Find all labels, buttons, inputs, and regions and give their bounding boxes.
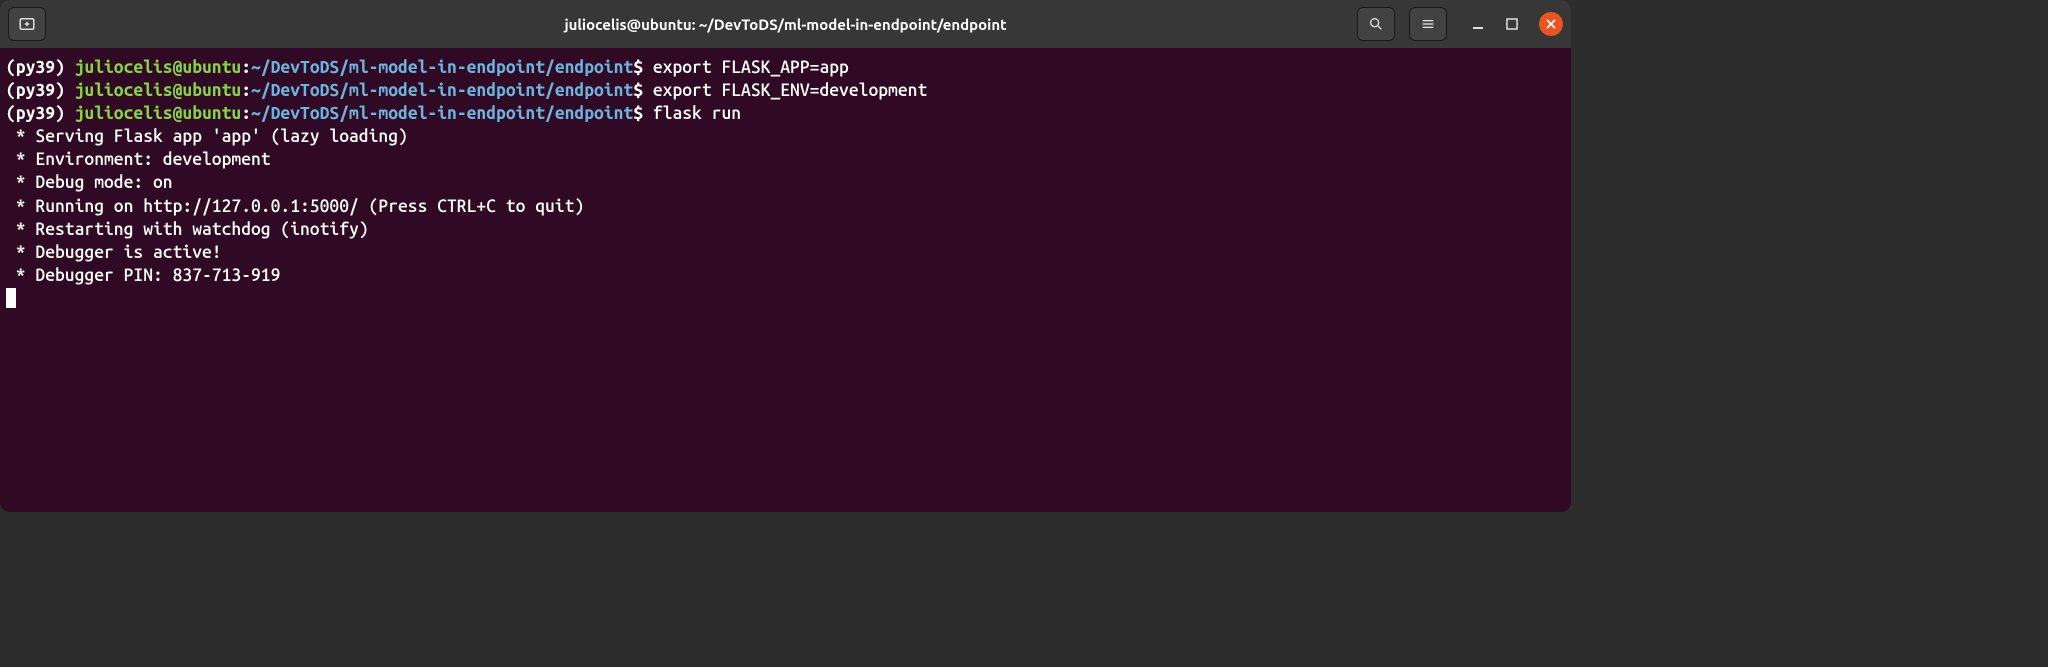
titlebar-right — [1357, 7, 1563, 41]
minimize-icon — [1471, 17, 1485, 31]
terminal-line: (py39) juliocelis@ubuntu:~/DevToDS/ml-mo… — [6, 56, 1565, 79]
search-icon — [1368, 16, 1384, 32]
cursor-line — [6, 287, 1565, 310]
titlebar: juliocelis@ubuntu: ~/DevToDS/ml-model-in… — [0, 0, 1571, 48]
prompt-colon: : — [241, 81, 251, 100]
prompt-userhost: juliocelis@ubuntu — [75, 58, 242, 77]
terminal-line: * Debugger PIN: 837-713-919 — [6, 264, 1565, 287]
window-title: juliocelis@ubuntu: ~/DevToDS/ml-model-in… — [564, 16, 1006, 33]
command-text: export FLASK_APP=app — [643, 58, 849, 77]
new-tab-button[interactable] — [8, 7, 46, 41]
terminal-body[interactable]: (py39) juliocelis@ubuntu:~/DevToDS/ml-mo… — [0, 48, 1571, 512]
terminal-line: * Serving Flask app 'app' (lazy loading) — [6, 125, 1565, 148]
terminal-line: * Debug mode: on — [6, 171, 1565, 194]
output-text: * Environment: development — [6, 150, 271, 169]
prompt-colon: : — [241, 104, 251, 123]
search-button[interactable] — [1357, 7, 1395, 41]
prompt-dollar: $ — [633, 81, 643, 100]
terminal-line: * Environment: development — [6, 148, 1565, 171]
window-controls — [1471, 12, 1563, 36]
hamburger-icon — [1420, 16, 1436, 32]
cursor — [6, 288, 16, 308]
terminal-window: juliocelis@ubuntu: ~/DevToDS/ml-model-in… — [0, 0, 1571, 512]
prompt-dollar: $ — [633, 104, 643, 123]
prompt-path: ~/DevToDS/ml-model-in-endpoint/endpoint — [251, 58, 633, 77]
prompt-path: ~/DevToDS/ml-model-in-endpoint/endpoint — [251, 81, 633, 100]
prompt-path: ~/DevToDS/ml-model-in-endpoint/endpoint — [251, 104, 633, 123]
output-text: * Serving Flask app 'app' (lazy loading) — [6, 127, 408, 146]
close-button[interactable] — [1539, 12, 1563, 36]
prompt-env: (py39) — [6, 104, 75, 123]
output-text: * Debug mode: on — [6, 173, 173, 192]
output-text: * Running on http://127.0.0.1:5000/ (Pre… — [6, 197, 584, 216]
command-text: flask run — [643, 104, 741, 123]
maximize-icon — [1505, 17, 1519, 31]
prompt-userhost: juliocelis@ubuntu — [75, 81, 242, 100]
prompt-colon: : — [241, 58, 251, 77]
prompt-env: (py39) — [6, 58, 75, 77]
minimize-button[interactable] — [1471, 17, 1485, 31]
maximize-button[interactable] — [1505, 17, 1519, 31]
output-text: * Debugger PIN: 837-713-919 — [6, 266, 280, 285]
close-icon — [1545, 18, 1557, 30]
prompt-userhost: juliocelis@ubuntu — [75, 104, 242, 123]
terminal-line: (py39) juliocelis@ubuntu:~/DevToDS/ml-mo… — [6, 79, 1565, 102]
new-tab-icon — [18, 15, 36, 33]
terminal-line: * Restarting with watchdog (inotify) — [6, 218, 1565, 241]
terminal-line: * Running on http://127.0.0.1:5000/ (Pre… — [6, 195, 1565, 218]
prompt-env: (py39) — [6, 81, 75, 100]
output-text: * Debugger is active! — [6, 243, 222, 262]
prompt-dollar: $ — [633, 58, 643, 77]
terminal-line: (py39) juliocelis@ubuntu:~/DevToDS/ml-mo… — [6, 102, 1565, 125]
terminal-line: * Debugger is active! — [6, 241, 1565, 264]
titlebar-left — [8, 7, 46, 41]
output-text: * Restarting with watchdog (inotify) — [6, 220, 369, 239]
menu-button[interactable] — [1409, 7, 1447, 41]
command-text: export FLASK_ENV=development — [643, 81, 927, 100]
